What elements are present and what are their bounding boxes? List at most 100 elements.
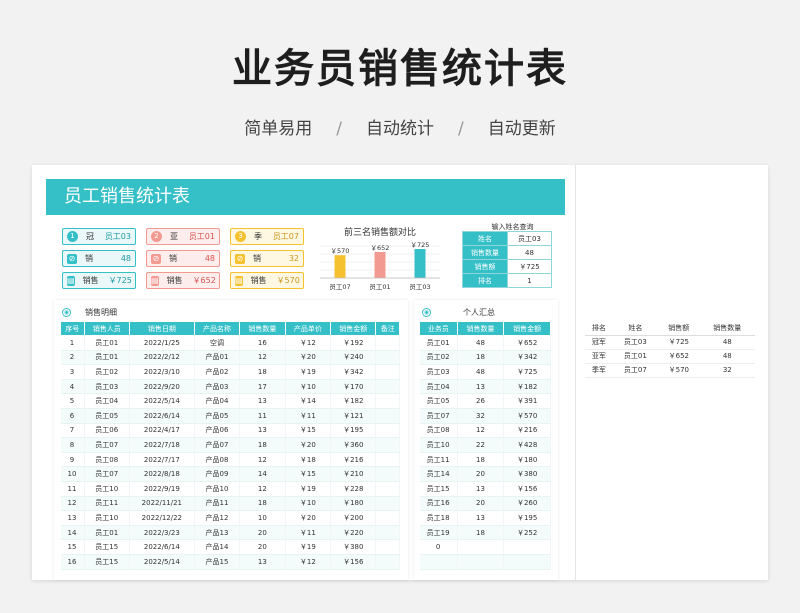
table-cell[interactable]: ￥19: [285, 364, 332, 380]
table-cell[interactable]: 2022/6/14: [129, 539, 195, 555]
table-cell[interactable]: 员工10: [84, 510, 130, 526]
table-cell[interactable]: 2: [60, 350, 85, 366]
table-cell[interactable]: 2022/9/19: [129, 481, 195, 497]
column-header[interactable]: 备注: [375, 321, 400, 336]
table-cell[interactable]: 17: [239, 379, 286, 395]
table-cell[interactable]: [375, 496, 400, 512]
table-cell[interactable]: 14: [239, 466, 286, 482]
table-cell[interactable]: 48: [457, 335, 505, 351]
table-cell[interactable]: [375, 335, 400, 351]
table-cell[interactable]: 13: [239, 554, 286, 570]
column-header[interactable]: 销售金额: [503, 321, 551, 336]
table-cell[interactable]: 12: [239, 350, 286, 366]
table-cell[interactable]: 20: [457, 496, 505, 512]
table-cell[interactable]: ￥220: [330, 525, 377, 541]
table-cell[interactable]: 20: [239, 525, 286, 541]
table-cell[interactable]: 员工03: [84, 379, 130, 395]
table-cell[interactable]: 7: [60, 423, 85, 439]
table-cell[interactable]: 20: [457, 466, 505, 482]
table-cell[interactable]: 2022/3/23: [129, 525, 195, 541]
sales-count-card-third[interactable]: ⊘ 销 32: [230, 250, 304, 267]
column-header[interactable]: 销售数量: [699, 321, 755, 336]
column-header[interactable]: 排名: [585, 321, 613, 336]
table-cell[interactable]: 13: [239, 423, 286, 439]
column-header[interactable]: 产品名称: [193, 321, 241, 336]
table-cell[interactable]: 员工11: [84, 496, 130, 512]
table-cell[interactable]: 员工11: [419, 452, 458, 468]
table-cell[interactable]: ￥15: [285, 423, 332, 439]
table-cell[interactable]: 2022/9/20: [129, 379, 195, 395]
table-cell[interactable]: 18: [239, 364, 286, 380]
table-cell[interactable]: ￥156: [330, 554, 377, 570]
table-cell[interactable]: [457, 554, 505, 570]
table-cell[interactable]: 员工01: [84, 335, 130, 351]
table-cell[interactable]: 2022/12/22: [129, 510, 195, 526]
table-cell[interactable]: 员工02: [84, 364, 130, 380]
table-cell[interactable]: 产品01: [194, 350, 241, 366]
table-cell[interactable]: 亚军: [585, 349, 613, 364]
table-cell[interactable]: 48: [699, 349, 755, 364]
table-cell[interactable]: ￥20: [285, 437, 332, 453]
table-cell[interactable]: 空调: [194, 335, 241, 351]
table-cell[interactable]: ￥725: [658, 335, 700, 350]
table-cell[interactable]: 2022/5/14: [129, 393, 195, 409]
table-cell[interactable]: 产品07: [194, 437, 241, 453]
table-cell[interactable]: ￥19: [285, 481, 332, 497]
table-cell[interactable]: 12: [239, 452, 286, 468]
column-header[interactable]: 销售额: [658, 321, 700, 336]
table-cell[interactable]: 产品11: [194, 496, 241, 512]
table-cell[interactable]: ￥192: [330, 335, 377, 351]
table-cell[interactable]: 产品06: [194, 423, 241, 439]
table-cell[interactable]: 员工01: [612, 349, 659, 364]
table-cell[interactable]: [457, 539, 505, 555]
table-cell[interactable]: [375, 364, 400, 380]
table-cell[interactable]: 2022/3/10: [129, 364, 195, 380]
table-cell[interactable]: 员工03: [612, 335, 659, 350]
table-cell[interactable]: 10: [60, 466, 85, 482]
table-cell[interactable]: ￥570: [658, 363, 700, 378]
table-cell[interactable]: 产品15: [194, 554, 241, 570]
table-cell[interactable]: 5: [60, 393, 85, 409]
table-cell[interactable]: 20: [239, 539, 286, 555]
table-cell[interactable]: 员工10: [84, 481, 130, 497]
table-cell[interactable]: ￥380: [503, 466, 551, 482]
table-cell[interactable]: [375, 393, 400, 409]
table-cell[interactable]: ￥260: [503, 496, 551, 512]
table-cell[interactable]: ￥11: [285, 525, 332, 541]
table-cell[interactable]: [419, 554, 458, 570]
table-cell[interactable]: ￥380: [330, 539, 377, 555]
rank-card-third[interactable]: 3 季 员工07: [230, 228, 304, 245]
table-cell[interactable]: 2022/5/14: [129, 554, 195, 570]
rank-card-second[interactable]: 2 亚 员工01: [146, 228, 220, 245]
table-cell[interactable]: 2022/8/18: [129, 466, 195, 482]
table-cell[interactable]: 员工07: [84, 437, 130, 453]
table-cell[interactable]: 48: [457, 364, 505, 380]
table-cell[interactable]: 员工02: [419, 350, 458, 366]
table-cell[interactable]: 员工03: [419, 364, 458, 380]
column-header[interactable]: 销售人员: [83, 321, 130, 336]
table-cell[interactable]: ￥15: [285, 466, 332, 482]
table-cell[interactable]: 2022/4/17: [129, 423, 195, 439]
table-cell[interactable]: ￥652: [503, 335, 551, 351]
table-cell[interactable]: 产品03: [194, 379, 241, 395]
table-cell[interactable]: ￥180: [330, 496, 377, 512]
table-cell[interactable]: ￥19: [285, 539, 332, 555]
table-cell[interactable]: 2022/7/18: [129, 437, 195, 453]
table-cell[interactable]: 员工18: [419, 510, 458, 526]
column-header[interactable]: 销售数量: [456, 321, 505, 336]
table-cell[interactable]: 员工08: [84, 452, 130, 468]
table-cell[interactable]: ￥428: [503, 437, 551, 453]
table-cell[interactable]: 12: [239, 481, 286, 497]
table-cell[interactable]: 员工15: [419, 481, 458, 497]
table-cell[interactable]: [375, 423, 400, 439]
table-cell[interactable]: ￥391: [503, 393, 551, 409]
rank-card-first[interactable]: 1 冠 员工03: [62, 228, 136, 245]
table-cell[interactable]: ￥652: [658, 349, 700, 364]
table-cell[interactable]: ￥216: [503, 423, 551, 439]
lookup-name-input[interactable]: 员工03: [507, 231, 552, 246]
table-cell[interactable]: 产品08: [194, 452, 241, 468]
table-cell[interactable]: ￥18: [285, 452, 332, 468]
table-cell[interactable]: 32: [699, 363, 755, 378]
table-cell[interactable]: 产品14: [194, 539, 241, 555]
table-cell[interactable]: 4: [60, 379, 85, 395]
